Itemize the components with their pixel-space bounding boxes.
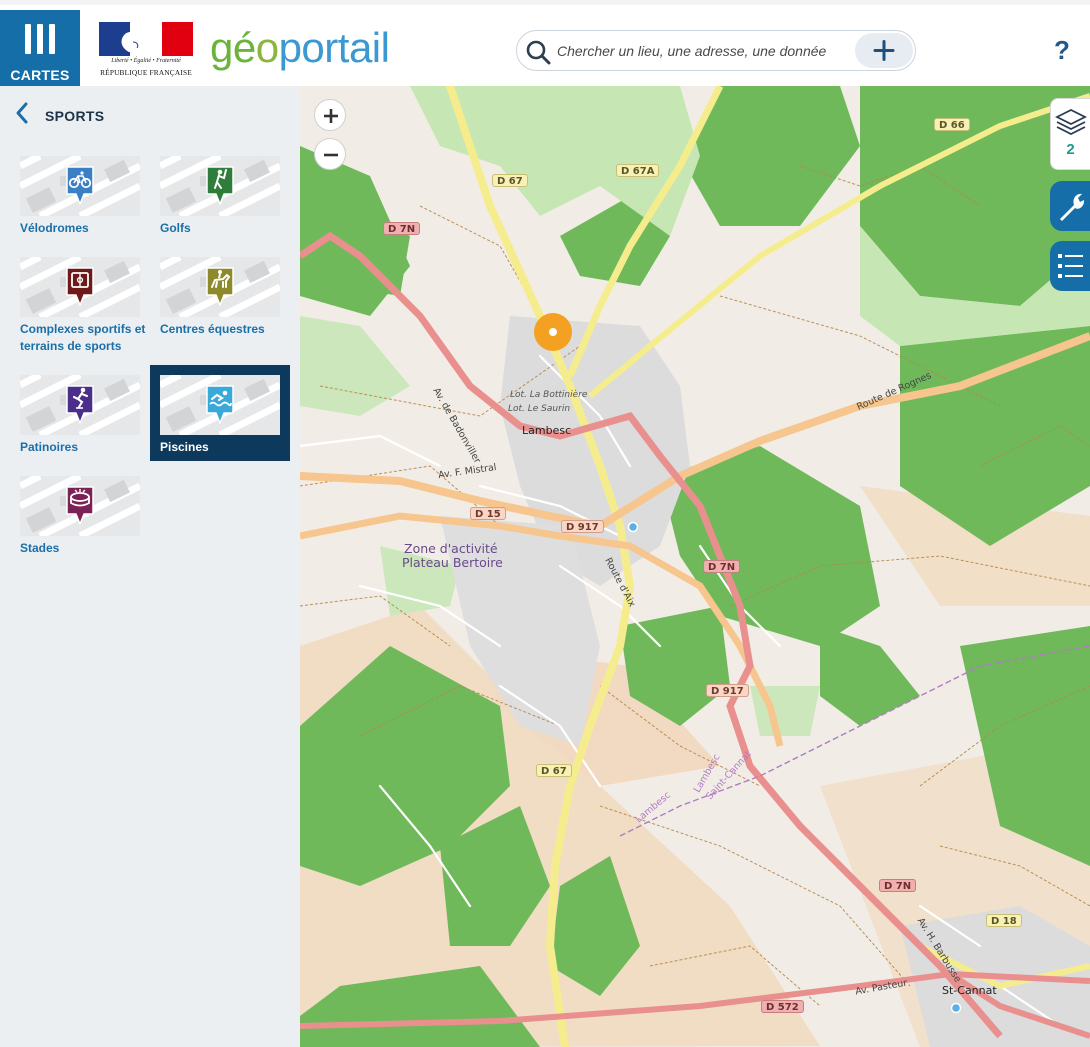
search-icon[interactable] xyxy=(525,39,551,65)
zoom-out-button[interactable] xyxy=(314,138,346,170)
wrench-icon xyxy=(1060,193,1084,221)
sports-field-icon xyxy=(66,267,94,306)
layer-tile-label: Centres équestres xyxy=(160,322,265,336)
layer-tile-label: Patinoires xyxy=(20,440,79,454)
bicycle-icon xyxy=(66,166,94,205)
geoportail-logo[interactable]: géoportail xyxy=(210,23,390,73)
zoom-in-button[interactable] xyxy=(314,99,346,131)
cartes-menu-label: CARTES xyxy=(10,67,70,83)
layer-tile[interactable]: Vélodromes xyxy=(10,146,150,235)
road-tag: D 18 xyxy=(986,914,1022,927)
logo-part-1: gé xyxy=(210,24,256,71)
layer-thumbnail xyxy=(20,375,140,435)
road-tag: D 67 xyxy=(492,174,528,187)
layer-thumbnail xyxy=(160,375,280,435)
advanced-search-button[interactable] xyxy=(855,33,913,68)
layer-tile-label: Vélodromes xyxy=(20,221,89,235)
layer-tile-label: Golfs xyxy=(160,221,191,235)
layer-tile[interactable]: Stades xyxy=(10,466,150,555)
road-tag: D 572 xyxy=(761,1000,804,1013)
search-input[interactable] xyxy=(557,39,847,63)
road-tag: D 66 xyxy=(934,118,970,131)
road-tag: D 917 xyxy=(706,684,749,697)
layer-tile-label: Stades xyxy=(20,541,60,555)
legend-button[interactable] xyxy=(1050,241,1090,291)
horse-rider-icon xyxy=(206,267,234,306)
layers-icon xyxy=(1054,108,1088,136)
logo-part-2: o xyxy=(255,24,279,71)
road-tag: D 7N xyxy=(879,879,917,892)
back-chevron-icon[interactable] xyxy=(10,100,36,126)
layer-tile[interactable]: Patinoires xyxy=(10,365,150,461)
sidebar: SPORTS Vélodromes Golfs Complexes sportifs… xyxy=(0,86,300,1047)
layer-tile[interactable]: Piscines xyxy=(150,365,290,461)
sidebar-title: SPORTS xyxy=(45,108,105,124)
place-label: Lot. La Bottinière xyxy=(510,390,588,400)
road-tag: D 15 xyxy=(470,507,506,520)
road-tag: D 917 xyxy=(561,520,604,533)
map-view[interactable]: Lambesc St-Cannat Zone d'activité Platea… xyxy=(300,86,1090,1047)
layer-tile-label: Complexes sportifs et terrains de sports xyxy=(20,322,146,353)
cartes-menu-button[interactable]: CARTES xyxy=(0,10,80,90)
layers-button[interactable]: 2 xyxy=(1050,98,1090,170)
place-label: Plateau Bertoire xyxy=(402,555,503,570)
search-bar xyxy=(516,30,916,71)
layer-tile[interactable]: Golfs xyxy=(150,146,290,235)
layer-tile[interactable]: Complexes sportifs et terrains de sports xyxy=(10,247,150,353)
place-label: Lot. Le Saurin xyxy=(508,404,571,414)
minus-icon xyxy=(324,153,338,157)
layer-tile[interactable]: Centres équestres xyxy=(150,247,290,336)
swimmer-icon xyxy=(206,385,234,424)
road-tag: D 67 xyxy=(536,764,572,777)
logo-part-3: portail xyxy=(278,24,390,71)
list-icon xyxy=(1058,254,1083,278)
republic-motto: Liberté • Égalité • Fraternité xyxy=(111,58,181,64)
header: CARTES Liberté • Égalité • Fraternité RÉ… xyxy=(0,0,1090,90)
republique-francaise-logo: Liberté • Égalité • Fraternité RÉPUBLIQU… xyxy=(99,22,193,80)
plus-icon xyxy=(324,109,338,123)
road-tag: D 67A xyxy=(616,164,660,177)
help-button[interactable]: ? xyxy=(1050,35,1074,65)
layer-thumbnail xyxy=(20,476,140,536)
layer-thumbnail xyxy=(20,257,140,317)
republic-name: RÉPUBLIQUE FRANÇAISE xyxy=(100,68,192,77)
layer-thumbnail xyxy=(20,156,140,216)
layer-thumbnail xyxy=(160,257,280,317)
skater-icon xyxy=(66,385,94,424)
place-label: Lambesc xyxy=(522,424,572,437)
tools-button[interactable] xyxy=(1050,181,1090,231)
plus-icon xyxy=(873,40,895,61)
stadium-icon xyxy=(66,486,94,525)
golfer-icon xyxy=(206,166,234,205)
road-tag: D 7N xyxy=(703,560,741,573)
layer-tile-label: Piscines xyxy=(160,440,209,454)
place-label: Zone d'activité xyxy=(404,541,498,556)
layer-thumbnail xyxy=(160,156,280,216)
layers-count: 2 xyxy=(1066,141,1075,158)
place-label: St-Cannat xyxy=(942,984,997,997)
menu-bars-icon xyxy=(25,24,55,54)
road-tag: D 7N xyxy=(383,222,421,235)
